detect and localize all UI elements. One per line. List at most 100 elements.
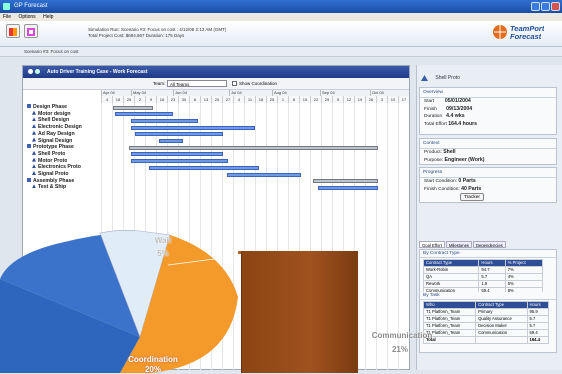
day-header: 12 bbox=[343, 96, 354, 103]
table-row[interactable]: Rework 1.9 5% bbox=[422, 280, 544, 288]
by-task-panel: By Task Who Contract Type Hours T1 Platfor… bbox=[419, 292, 557, 353]
zoom-icon[interactable] bbox=[28, 69, 33, 74]
selected-task: Shell Proto bbox=[421, 75, 460, 81]
table-row[interactable]: T1 Platform_Team Primary 95.9 bbox=[422, 308, 549, 316]
progress-panel: Progress Start Condition: 0 Parts Finish… bbox=[419, 167, 557, 203]
settings-icon[interactable] bbox=[35, 69, 40, 74]
phase-row[interactable]: Prototype Phase bbox=[27, 144, 74, 151]
phase-icon bbox=[27, 104, 31, 108]
day-header: 6 bbox=[189, 96, 200, 103]
table-row[interactable]: T1 Platform_Team Quality Assurance 5.7 bbox=[422, 315, 549, 323]
table-cell: 5.7 bbox=[478, 273, 506, 281]
phase-icon bbox=[27, 144, 31, 149]
window-title: GP Forecast bbox=[14, 3, 48, 9]
day-header: 11 bbox=[244, 96, 255, 103]
task-row[interactable]: Shell Proto bbox=[32, 150, 65, 158]
column-header[interactable]: Contract Type bbox=[475, 301, 528, 309]
menu-help[interactable]: Help bbox=[43, 14, 53, 20]
gantt-bar[interactable] bbox=[131, 118, 198, 123]
app-icon bbox=[3, 3, 10, 10]
tab-dependencies[interactable]: Dependencies bbox=[473, 241, 506, 248]
table-cell: QA bbox=[422, 273, 480, 281]
task-icon bbox=[32, 124, 36, 129]
communication-percent: 21% bbox=[391, 345, 408, 354]
task-row[interactable]: Signal Design bbox=[32, 137, 72, 145]
chart-icon bbox=[27, 28, 35, 36]
context-panel: Context Product: Shell Purpose: Engineer… bbox=[419, 138, 557, 165]
scenario-button[interactable] bbox=[24, 24, 38, 38]
overview-duration: Duration 4.4 wks bbox=[424, 113, 465, 119]
gantt-bar[interactable] bbox=[131, 152, 223, 157]
table-row[interactable]: Work-Robin 94.7 7% bbox=[422, 266, 544, 274]
gantt-bar[interactable] bbox=[313, 179, 378, 184]
maximize-button[interactable] bbox=[541, 2, 550, 11]
day-header: 2 bbox=[134, 96, 145, 103]
table-cell: T1 Platform_Team bbox=[422, 315, 477, 323]
table-row[interactable]: T1 Platform_Team Communication 59.4 bbox=[422, 329, 549, 337]
column-header[interactable]: Contract Type bbox=[422, 259, 480, 267]
project-cost-info: Total Project Cost: $694,867 Duration: 1… bbox=[88, 33, 185, 38]
day-header: 1 bbox=[277, 96, 288, 103]
progress-finish: Finish Condition: 40 Parts bbox=[424, 185, 482, 192]
pie-chart-overlay bbox=[0, 230, 240, 373]
close-button[interactable] bbox=[551, 2, 560, 11]
task-row[interactable]: Shell Design bbox=[32, 117, 69, 124]
gantt-bar[interactable] bbox=[129, 145, 378, 150]
gantt-bar[interactable] bbox=[131, 159, 228, 164]
show-coordination-checkbox[interactable] bbox=[232, 81, 237, 86]
column-header[interactable]: % Project bbox=[504, 259, 544, 267]
table-row[interactable]: QA 5.7 4% bbox=[422, 273, 544, 281]
task-icon bbox=[32, 117, 36, 122]
column-header[interactable]: Hours bbox=[526, 301, 549, 309]
wait-label: Wait bbox=[154, 236, 172, 245]
column-header[interactable]: Hours bbox=[478, 259, 506, 267]
day-header: 13 bbox=[200, 96, 211, 103]
gantt-bar[interactable] bbox=[149, 165, 259, 170]
gantt-titlebar: Auto Driver Training Case - Work Forecas… bbox=[23, 66, 409, 78]
task-row[interactable]: Motor design bbox=[32, 110, 71, 118]
tab-goal-effort[interactable]: Goal Effort bbox=[419, 241, 445, 248]
column-header[interactable]: Who bbox=[422, 301, 477, 309]
table-cell: 5.7 bbox=[526, 322, 549, 330]
gantt-bar[interactable] bbox=[113, 105, 153, 110]
table-row[interactable]: T1 Platform_Team Decision Maker 5.7 bbox=[422, 322, 549, 330]
task-row[interactable]: Test & Ship bbox=[32, 184, 66, 191]
team-select[interactable]: All Teams bbox=[167, 80, 227, 87]
team-filter-bar: Team: All Teams Show Coordination bbox=[23, 78, 409, 90]
task-row[interactable]: Electronics Proto bbox=[32, 164, 81, 171]
day-header: 10 bbox=[387, 96, 398, 103]
context-purpose: Purpose: Engineer (Work) bbox=[424, 156, 485, 163]
gantt-bar[interactable] bbox=[227, 172, 301, 177]
day-header: 22 bbox=[310, 96, 321, 103]
progress-start: Start Condition: 0 Parts bbox=[424, 178, 476, 184]
task-row[interactable]: Electronic Design bbox=[32, 124, 82, 131]
task-icon bbox=[32, 137, 36, 142]
task-icon bbox=[32, 184, 36, 189]
run-button[interactable] bbox=[6, 24, 20, 38]
tracker-button[interactable]: Tracker bbox=[460, 193, 484, 201]
task-row[interactable]: Ad Ray Design bbox=[32, 130, 75, 138]
context-product: Product: Shell bbox=[424, 149, 456, 155]
gantt-bar[interactable] bbox=[115, 112, 173, 117]
phase-row[interactable]: Assembly Phase bbox=[27, 177, 74, 185]
task-row[interactable]: Signal Proto bbox=[32, 171, 69, 178]
table-cell: 164.4 bbox=[526, 336, 549, 344]
table-cell: T1 Platform_Team bbox=[422, 322, 477, 330]
phase-row[interactable]: Design Phase bbox=[27, 104, 67, 111]
table-row[interactable]: Total 164.4 bbox=[422, 336, 549, 344]
day-header: 25 bbox=[123, 96, 134, 103]
gantt-bar[interactable] bbox=[159, 139, 183, 143]
day-header: 4 bbox=[101, 96, 112, 103]
overview-start: Start 05/01/2004 bbox=[424, 98, 471, 104]
task-row[interactable]: Motor Proto bbox=[32, 157, 67, 165]
team-label: Team: bbox=[153, 81, 166, 86]
menu-options[interactable]: Options bbox=[18, 14, 35, 20]
task-icon bbox=[421, 75, 428, 81]
minimize-button[interactable] bbox=[531, 2, 540, 11]
gantt-bar[interactable] bbox=[135, 132, 223, 137]
day-header: 8 bbox=[288, 96, 299, 103]
tab-milestones[interactable]: Milestones bbox=[446, 241, 473, 248]
gantt-bar[interactable] bbox=[318, 185, 378, 190]
menu-file[interactable]: File bbox=[3, 14, 11, 20]
gantt-bar[interactable] bbox=[131, 125, 255, 130]
